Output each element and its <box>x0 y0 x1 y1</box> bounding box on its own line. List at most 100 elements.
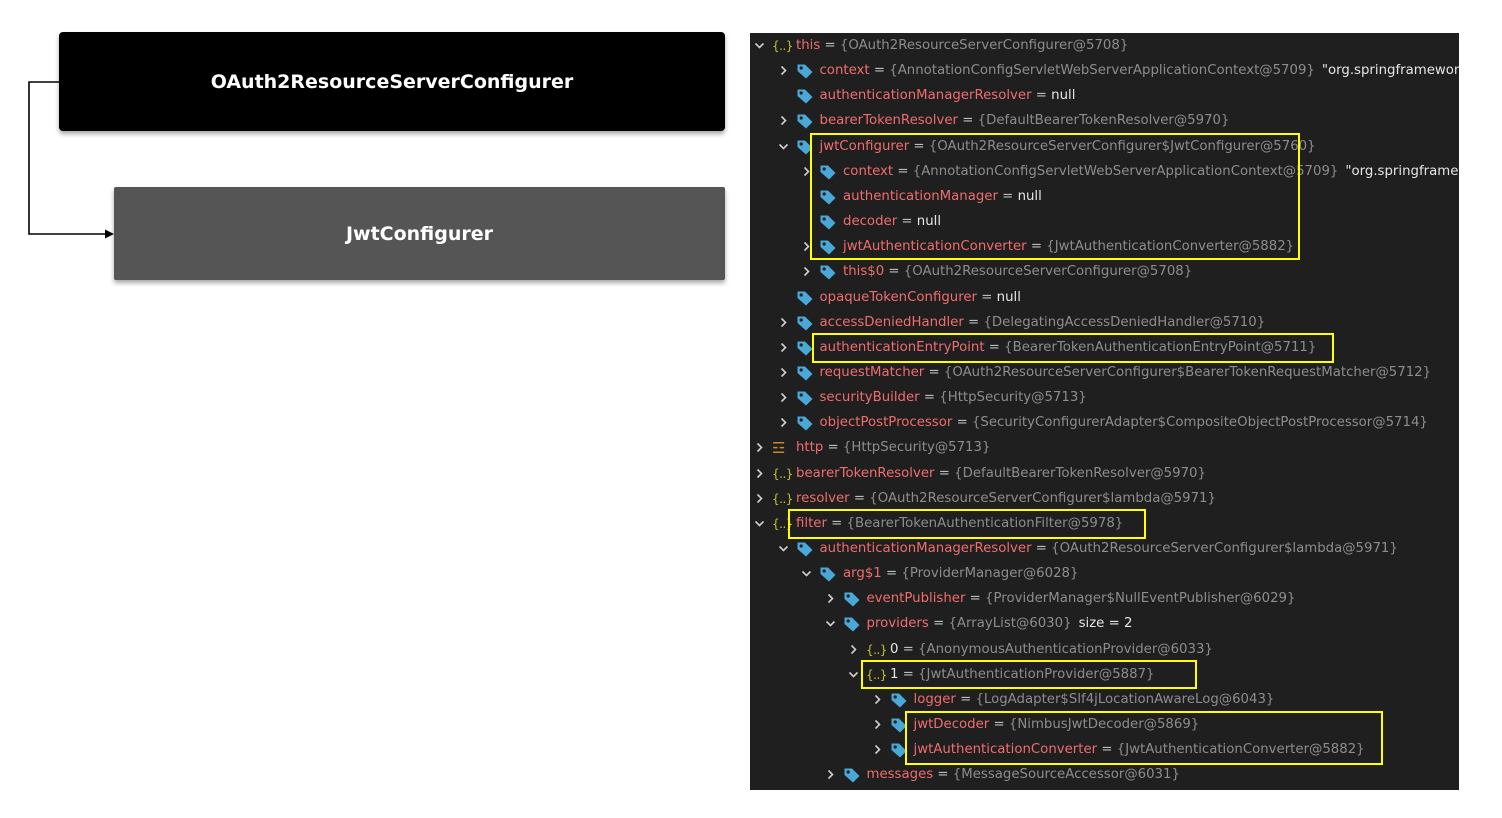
variable-name: eventPublisher <box>866 591 966 607</box>
variable-row[interactable]: ☲ http = {HttpSecurity@5713} <box>750 435 1459 460</box>
chevron-right-icon[interactable] <box>754 442 765 453</box>
tag-icon <box>796 314 816 332</box>
variable-row[interactable]: {..} this = {OAuth2ResourceServerConfigur… <box>750 33 1459 58</box>
tag-icon <box>796 289 816 307</box>
chevron-right-icon[interactable] <box>801 266 812 277</box>
chevron-right-icon[interactable] <box>872 719 883 730</box>
variable-row[interactable]: requestMatcher = {OAuth2ResourceServerCo… <box>750 360 1459 385</box>
chevron-right-icon[interactable] <box>872 744 883 755</box>
tag-icon <box>796 138 816 156</box>
variable-row[interactable]: logger = {LogAdapter$Slf4jLocationAwareL… <box>750 687 1459 712</box>
tag-icon <box>890 716 910 734</box>
equals-sign: = <box>934 465 955 481</box>
equals-sign: = <box>955 691 976 707</box>
chevron-down-icon[interactable] <box>825 618 836 629</box>
equals-sign: = <box>997 188 1018 204</box>
variable-row[interactable]: authenticationManager = null <box>750 184 1459 209</box>
equals-sign: = <box>1031 541 1052 556</box>
chevron-down-icon[interactable] <box>754 518 765 529</box>
chevron-right-icon[interactable] <box>825 593 836 604</box>
chevron-right-icon[interactable] <box>778 417 789 428</box>
variable-row[interactable]: securityBuilder = {HttpSecurity@5713} <box>750 385 1459 410</box>
variable-value: null <box>1051 88 1076 104</box>
variable-row[interactable]: jwtConfigurer = {OAuth2ResourceServerCon… <box>750 134 1459 159</box>
variable-row[interactable]: context = {AnnotationConfigServletWebSer… <box>750 58 1459 83</box>
chevron-right-icon[interactable] <box>848 644 859 655</box>
variable-text: messages = {MessageSourceAccessor@6031} <box>867 762 1180 787</box>
variable-value: null <box>916 214 942 230</box>
chevron-right-icon[interactable] <box>801 241 812 252</box>
chevron-down-icon[interactable] <box>848 669 859 680</box>
variable-name: authenticationEntryPoint <box>819 339 985 355</box>
variable-text: http = {HttpSecurity@5713} <box>796 435 990 460</box>
chevron-down-icon[interactable] <box>778 141 789 152</box>
variable-value: {MessageSourceAccessor@6031} <box>952 767 1180 783</box>
variable-name: jwtConfigurer <box>819 138 910 154</box>
equals-sign: = <box>984 339 1005 355</box>
variable-text: eventPublisher = {ProviderManager$NullEv… <box>867 586 1296 611</box>
chevron-right-icon[interactable] <box>754 468 765 479</box>
variable-row[interactable]: objectPostProcessor = {SecurityConfigure… <box>750 410 1459 435</box>
equals-sign: = <box>989 717 1009 733</box>
equals-sign: = <box>928 616 949 632</box>
tag-icon <box>819 188 839 206</box>
variable-row[interactable]: authenticationManagerResolver = null <box>750 83 1459 108</box>
variable-name: authenticationManagerResolver <box>819 541 1032 556</box>
chevron-down-icon[interactable] <box>778 543 789 554</box>
variable-row[interactable]: providers = {ArrayList@6030} size = 2 <box>750 611 1459 636</box>
chevron-right-icon[interactable] <box>754 493 765 504</box>
chevron-right-icon[interactable] <box>778 392 789 403</box>
equals-sign: = <box>898 641 919 657</box>
jwt-configurer-box: JwtConfigurer <box>114 187 725 280</box>
variable-row[interactable]: this$0 = {OAuth2ResourceServerConfigurer… <box>750 259 1459 284</box>
variable-row[interactable]: jwtAuthenticationConverter = {JwtAuthent… <box>750 737 1459 762</box>
variable-row[interactable]: {..} 0 = {AnonymousAuthenticationProvider… <box>750 637 1459 662</box>
variable-row[interactable]: {..} 1 = {JwtAuthenticationProvider@5887} <box>750 662 1459 687</box>
chevron-right-icon[interactable] <box>825 769 836 780</box>
equals-sign: = <box>933 767 953 783</box>
configurer-box: OAuth2ResourceServerConfigurer <box>59 32 725 131</box>
variable-row[interactable]: decoder = null <box>750 209 1459 234</box>
chevron-right-icon[interactable] <box>778 367 789 378</box>
variable-row[interactable]: {..} bearerTokenResolver = {DefaultBearer… <box>750 461 1459 486</box>
variable-text: providers = {ArrayList@6030} size = 2 <box>867 611 1133 636</box>
variable-row[interactable]: {..} resolver = {OAuth2ResourceServerConf… <box>750 486 1459 511</box>
variable-value: {SecurityConfigurerAdapter$CompositeObje… <box>971 415 1428 431</box>
chevron-right-icon[interactable] <box>778 115 789 126</box>
chevron-down-icon[interactable] <box>754 40 765 51</box>
variable-row[interactable]: context = {AnnotationConfigServletWebSer… <box>750 159 1459 184</box>
variable-row[interactable]: authenticationEntryPoint = {BearerTokenA… <box>750 335 1459 360</box>
chevron-right-icon[interactable] <box>778 65 789 76</box>
variable-value: {ProviderManager$NullEventPublisher@6029… <box>985 591 1296 607</box>
chevron-right-icon[interactable] <box>801 166 812 177</box>
chevron-right-icon[interactable] <box>872 694 883 705</box>
variable-value: {OAuth2ResourceServerConfigurer@5708} <box>839 38 1129 53</box>
variable-row[interactable]: messages = {MessageSourceAccessor@6031} <box>750 762 1459 787</box>
variable-row[interactable]: arg$1 = {ProviderManager@6028} <box>750 561 1459 586</box>
variable-row[interactable]: accessDeniedHandler = {DelegatingAccessD… <box>750 310 1459 335</box>
variable-value: {DelegatingAccessDeniedHandler@5710} <box>983 314 1266 330</box>
variable-row[interactable]: opaqueTokenConfigurer = null <box>750 285 1459 310</box>
tag-icon <box>819 163 839 181</box>
variable-row[interactable]: {..} filter = {BearerTokenAuthenticationF… <box>750 511 1459 536</box>
chevron-right-icon[interactable] <box>778 342 789 353</box>
variable-name: context <box>819 63 870 79</box>
variable-row[interactable]: jwtDecoder = {NimbusJwtDecoder@5869} <box>750 712 1459 737</box>
chevron-down-icon[interactable] <box>801 568 812 579</box>
equals-sign: = <box>909 138 929 154</box>
variable-row[interactable]: bearerTokenResolver = {DefaultBearerToke… <box>750 108 1459 133</box>
variable-text: resolver = {OAuth2ResourceServerConfigur… <box>796 486 1216 511</box>
variable-row[interactable]: jwtAuthenticationConverter = {JwtAuthent… <box>750 234 1459 259</box>
variable-text: logger = {LogAdapter$Slf4jLocationAwareL… <box>914 687 1275 712</box>
equals-sign: = <box>849 490 870 506</box>
chevron-right-icon[interactable] <box>778 317 789 328</box>
variable-name: bearerTokenResolver <box>819 113 959 129</box>
variable-value: {HttpSecurity@5713} <box>842 440 991 456</box>
variable-value: {DefaultBearerTokenResolver@5970} <box>977 113 1230 129</box>
variable-row[interactable]: authenticationManagerResolver = {OAuth2R… <box>750 536 1459 561</box>
variable-row[interactable]: eventPublisher = {ProviderManager$NullEv… <box>750 586 1459 611</box>
variable-extra: "org.springframework. <box>1321 63 1459 79</box>
variable-value: {OAuth2ResourceServerConfigurer$JwtConfi… <box>928 138 1316 154</box>
variable-value: {ArrayList@6030} <box>948 616 1072 632</box>
variable-text: 1 = {JwtAuthenticationProvider@5887} <box>890 662 1155 687</box>
